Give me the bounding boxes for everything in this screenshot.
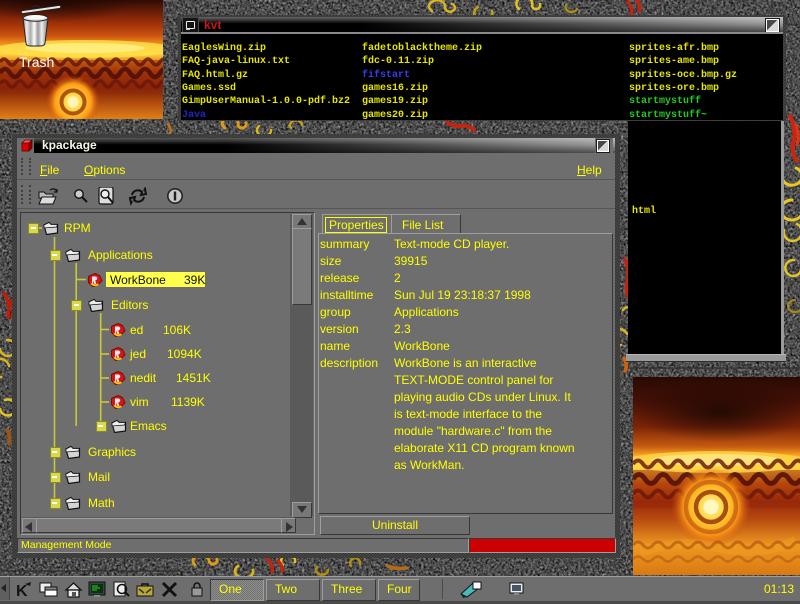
- svg-text:K: K: [16, 583, 28, 599]
